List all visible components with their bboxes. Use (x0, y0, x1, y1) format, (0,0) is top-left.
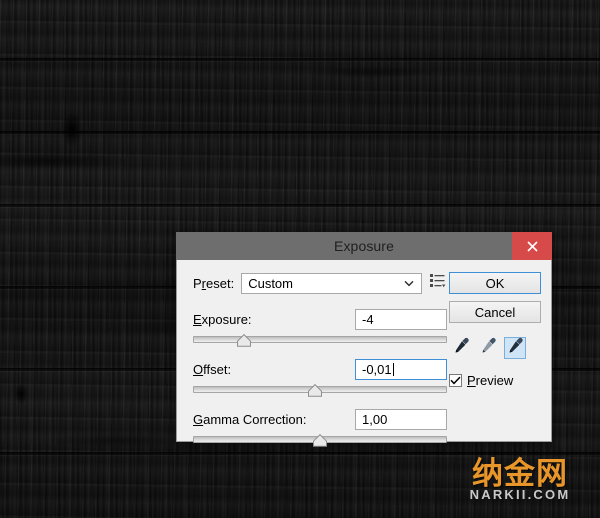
site-watermark: 纳金网 NARKII.COM (448, 458, 592, 510)
exposure-value: -4 (362, 311, 374, 327)
set-black-point-eyedropper-icon (453, 337, 470, 359)
gamma-correction-slider-thumb[interactable] (313, 433, 328, 447)
desktop-background: Exposure Preset: Custom Exposure: -4 Off… (0, 0, 600, 518)
offset-input[interactable]: -0,01 (355, 358, 447, 380)
close-button[interactable] (512, 232, 552, 260)
gamma-correction-input[interactable]: 1,00 (355, 408, 447, 430)
offset-row: Offset: -0,01 (193, 358, 447, 380)
gamma-correction-row: Gamma Correction: 1,00 (193, 408, 447, 430)
offset-value: -0,01 (362, 361, 392, 377)
gamma-correction-label: Gamma Correction: (193, 411, 307, 427)
watermark-chinese-text: 纳金网 (472, 456, 568, 492)
watermark-latin-text: NARKII.COM (469, 487, 571, 502)
offset-label: Offset: (193, 361, 232, 377)
exposure-label: Exposure: (193, 311, 252, 327)
preset-select[interactable]: Custom (241, 272, 422, 294)
offset-slider-group: Offset: -0,01 (193, 358, 447, 399)
offset-slider-thumb[interactable] (307, 383, 322, 397)
text-caret (392, 362, 394, 376)
preview-checkbox[interactable] (449, 374, 462, 387)
exposure-row: Exposure: -4 (193, 308, 447, 330)
cancel-button[interactable]: Cancel (449, 301, 541, 323)
dialog-title: Exposure (334, 238, 394, 254)
gamma-correction-slider[interactable] (193, 433, 447, 449)
gamma-correction-slider-group: Gamma Correction: 1,00 (193, 408, 447, 449)
set-black-point-eyedropper-button[interactable] (450, 337, 472, 359)
exposure-input[interactable]: -4 (355, 308, 447, 330)
set-white-point-eyedropper-icon (507, 337, 524, 359)
set-white-point-eyedropper-button[interactable] (504, 337, 526, 359)
set-gray-point-eyedropper-button[interactable] (477, 337, 499, 359)
preset-row: Preset: Custom (193, 272, 447, 294)
offset-slider[interactable] (193, 383, 447, 399)
preset-options-list-icon (430, 273, 446, 293)
eyedropper-tool-group (450, 337, 541, 359)
dialog-left-column: Preset: Custom Exposure: -4 Offset: -0,0… (193, 272, 447, 458)
set-gray-point-eyedropper-icon (480, 337, 497, 359)
chevron-down-icon (404, 274, 414, 292)
exposure-slider[interactable] (193, 333, 447, 349)
preset-selected-value: Custom (248, 275, 293, 291)
exposure-slider-thumb[interactable] (236, 333, 251, 347)
preview-checkbox-row[interactable]: Preview (449, 373, 541, 388)
exposure-slider-group: Exposure: -4 (193, 308, 447, 349)
gamma-correction-value: 1,00 (362, 411, 388, 427)
dialog-body: Preset: Custom Exposure: -4 Offset: -0,0… (176, 260, 552, 447)
dialog-right-column: OK Cancel Preview (449, 272, 541, 388)
preview-label: Preview (467, 373, 514, 388)
exposure-dialog: Exposure Preset: Custom Exposure: -4 Off… (176, 232, 552, 447)
preset-label: Preset: (193, 275, 235, 291)
dialog-titlebar[interactable]: Exposure (176, 232, 552, 260)
preset-options-button[interactable] (430, 274, 447, 292)
exposure-slider-track (193, 336, 447, 343)
ok-button[interactable]: OK (449, 272, 541, 294)
checkmark-icon (450, 372, 461, 390)
close-x-icon (526, 240, 538, 252)
